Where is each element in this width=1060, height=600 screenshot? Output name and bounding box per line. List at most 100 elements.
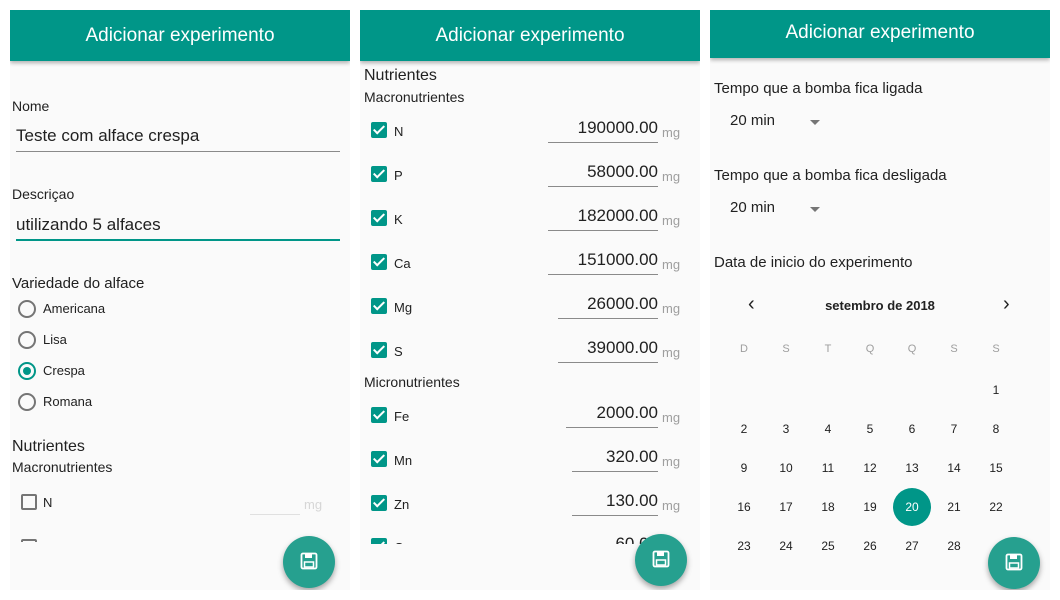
radio-option-crespa[interactable]: Crespa: [10, 360, 210, 382]
radio-option-romana[interactable]: Romana: [10, 391, 210, 413]
nutrient-name: Mn: [394, 453, 413, 468]
weekday-label: T: [824, 343, 832, 355]
save-icon: [652, 550, 670, 568]
nutrient-name: N: [394, 124, 404, 139]
desligada-spinner[interactable]: 20 min: [724, 197, 834, 221]
calendar-day[interactable]: 1: [976, 380, 1016, 400]
save-icon: [300, 552, 318, 570]
save-fab[interactable]: [988, 537, 1040, 589]
app-bar: Adicionar experimento: [710, 10, 1050, 58]
unit-label: mg: [662, 125, 681, 140]
calendar-day[interactable]: 16: [724, 497, 764, 517]
radio-label: Americana: [43, 301, 106, 316]
calendar-day[interactable]: 22: [976, 497, 1016, 517]
calendar-month-title: setembro de 2018: [825, 298, 935, 313]
nutrient-name: Zn: [394, 497, 410, 512]
nutrient-value-input[interactable]: 58000.00: [548, 162, 658, 187]
nutrient-row-ca: Ca 151000.00 mg: [360, 250, 700, 286]
descricao-field[interactable]: utilizando 5 alfaces: [16, 215, 340, 241]
unit-label: mg: [662, 454, 681, 469]
calendar-day[interactable]: 18: [808, 497, 848, 517]
radio-button[interactable]: [18, 331, 36, 349]
save-fab[interactable]: [635, 534, 687, 586]
unit-label: mg: [662, 345, 681, 360]
calendar-day[interactable]: 6: [892, 419, 932, 439]
weekday-label: Q: [907, 343, 917, 355]
nutrient-checkbox[interactable]: [371, 342, 387, 358]
unit-label: mg: [662, 410, 681, 425]
caret-down-icon: [810, 120, 820, 125]
nutrient-value-input[interactable]: [250, 490, 300, 515]
save-fab[interactable]: [283, 536, 335, 588]
nome-field[interactable]: Teste com alface crespa: [16, 126, 340, 152]
nutrient-checkbox[interactable]: [371, 298, 387, 314]
spinner-value: 20 min: [730, 112, 776, 129]
calendar-day[interactable]: 15: [976, 458, 1016, 478]
nutrient-row-mg: Mg 26000.00 mg: [360, 294, 700, 330]
screen-nutrients: Adicionar experimento Nutrientes Macronu…: [360, 10, 700, 590]
nutrient-checkbox[interactable]: [371, 166, 387, 182]
macronutrientes-title: Macronutrientes: [12, 459, 113, 475]
nutrient-value-input[interactable]: 151000.00: [548, 250, 658, 275]
calendar-day[interactable]: 19: [850, 497, 890, 517]
calendar-day[interactable]: 12: [850, 458, 890, 478]
radio-button-selected[interactable]: [18, 362, 36, 380]
data-inicio-label: Data de inicio do experimento: [714, 254, 913, 271]
nutrient-value-input[interactable]: 182000.00: [548, 206, 658, 231]
calendar-day[interactable]: 14: [934, 458, 974, 478]
nutrient-row-n: N 190000.00 mg: [360, 118, 700, 154]
calendar-next-button[interactable]: ›: [1003, 293, 1010, 316]
desligada-label: Tempo que a bomba fica desligada: [714, 167, 947, 184]
calendar-day[interactable]: 9: [724, 458, 764, 478]
calendar-day[interactable]: 3: [766, 419, 806, 439]
nutrient-value-input[interactable]: 39000.00: [558, 338, 658, 363]
calendar-day-selected[interactable]: 20: [893, 488, 931, 526]
weekday-label: D: [740, 343, 748, 355]
weekday-label: S: [992, 343, 1000, 355]
calendar-day[interactable]: 17: [766, 497, 806, 517]
calendar-day[interactable]: 5: [850, 419, 890, 439]
calendar-day[interactable]: 4: [808, 419, 848, 439]
calendar-day[interactable]: 2: [724, 419, 764, 439]
radio-label: Lisa: [43, 332, 67, 347]
micronutrientes-title: Micronutrientes: [364, 374, 460, 390]
calendar-day[interactable]: 10: [766, 458, 806, 478]
nome-label: Nome: [12, 98, 50, 114]
calendar-day[interactable]: 7: [934, 419, 974, 439]
unit-label: mg: [662, 301, 681, 316]
nutrient-value-input[interactable]: 130.00: [572, 491, 658, 516]
radio-option-americana[interactable]: Americana: [10, 298, 210, 320]
nutrient-value-input[interactable]: 2000.00: [566, 403, 658, 428]
nutrient-checkbox[interactable]: [371, 407, 387, 423]
nutrient-row-s: S 39000.00 mg: [360, 338, 700, 374]
nutrient-name: Ca: [394, 256, 411, 271]
nutrient-value-input[interactable]: 26000.00: [558, 294, 658, 319]
nutrient-checkbox[interactable]: [371, 451, 387, 467]
ligada-spinner[interactable]: 20 min: [724, 110, 834, 134]
screen-schedule: Adicionar experimento Tempo que a bomba …: [710, 10, 1050, 590]
nutrient-name: N: [43, 495, 53, 510]
app-bar-title: Adicionar experimento: [435, 25, 625, 46]
radio-label: Romana: [43, 394, 93, 409]
nutrient-checkbox-n[interactable]: [21, 494, 37, 510]
radio-button[interactable]: [18, 393, 36, 411]
nutrient-checkbox[interactable]: [371, 210, 387, 226]
radio-button[interactable]: [18, 300, 36, 318]
nutrient-checkbox[interactable]: [371, 495, 387, 511]
nutrient-value-input[interactable]: 190000.00: [548, 118, 658, 143]
radio-option-lisa[interactable]: Lisa: [10, 329, 210, 351]
nutrient-checkbox[interactable]: [371, 122, 387, 138]
nutrient-checkbox[interactable]: [371, 254, 387, 270]
app-bar-title: Adicionar experimento: [85, 25, 275, 46]
calendar-day[interactable]: 21: [934, 497, 974, 517]
nutrient-row-fe: Fe 2000.00 mg: [360, 403, 700, 439]
calendar-day[interactable]: 13: [892, 458, 932, 478]
weekday-label: S: [782, 343, 790, 355]
nutrient-name: K: [394, 212, 403, 227]
nutrient-name: Fe: [394, 409, 410, 424]
ligada-label: Tempo que a bomba fica ligada: [714, 80, 923, 97]
calendar-day[interactable]: 8: [976, 419, 1016, 439]
nutrient-value-input[interactable]: 320.00: [572, 447, 658, 472]
unit-label: mg: [662, 257, 681, 272]
calendar-day[interactable]: 11: [808, 458, 848, 478]
